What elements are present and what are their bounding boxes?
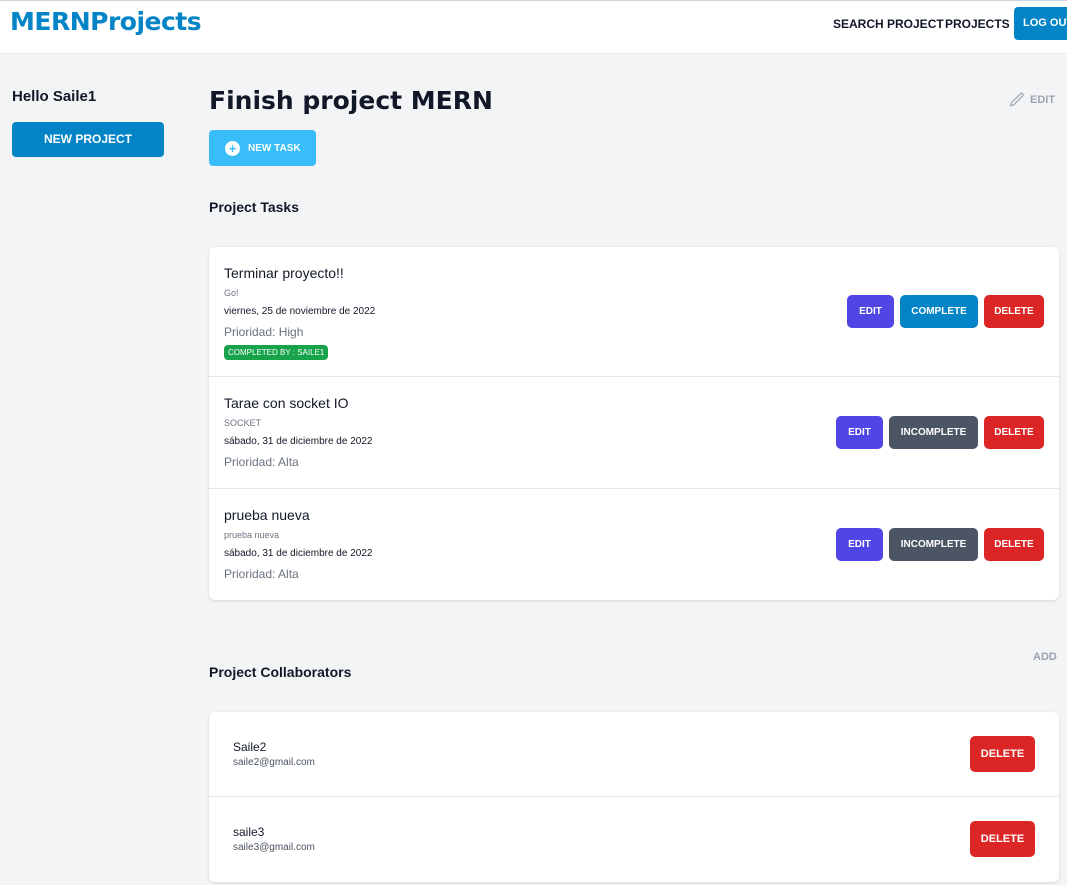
add-collaborator-button[interactable]: ADD <box>1033 651 1057 663</box>
collaborators-list: Saile2 saile2@gmail.com DELETE saile3 sa… <box>209 712 1059 882</box>
incomplete-task-button[interactable]: INCOMPLETE <box>889 528 978 561</box>
delete-task-button[interactable]: DELETE <box>984 416 1044 449</box>
edit-project-button[interactable]: EDIT <box>1008 91 1055 109</box>
app-logo[interactable]: MERNProjects <box>10 7 202 36</box>
task-name: Terminar proyecto!! <box>224 265 344 281</box>
task-item: Terminar proyecto!! Go! viernes, 25 de n… <box>209 247 1059 377</box>
task-date: viernes, 25 de noviembre de 2022 <box>224 306 376 317</box>
complete-task-button[interactable]: COMPLETE <box>900 295 978 328</box>
edit-task-button[interactable]: EDIT <box>836 416 883 449</box>
collaborator-email: saile2@gmail.com <box>233 757 315 768</box>
tasks-heading: Project Tasks <box>209 199 300 215</box>
task-description: Go! <box>224 288 239 298</box>
plus-circle-icon: + <box>225 140 240 156</box>
new-task-button[interactable]: + NEW TASK <box>209 130 316 166</box>
tasks-list: Terminar proyecto!! Go! viernes, 25 de n… <box>209 247 1059 600</box>
incomplete-task-button[interactable]: INCOMPLETE <box>889 416 978 449</box>
page-title: Finish project MERN <box>209 86 493 115</box>
edit-task-button[interactable]: EDIT <box>847 295 894 328</box>
nav-projects[interactable]: PROJECTS <box>945 17 1010 31</box>
edit-task-button[interactable]: EDIT <box>836 528 883 561</box>
delete-task-button[interactable]: DELETE <box>984 528 1044 561</box>
task-description: prueba nueva <box>224 530 280 540</box>
nav-search-project[interactable]: SEARCH PROJECT <box>833 17 944 31</box>
collaborator-email: saile3@gmail.com <box>233 842 315 853</box>
task-description: SOCKET <box>224 418 262 428</box>
top-navbar: MERNProjects SEARCH PROJECT PROJECTS LOG… <box>0 0 1067 54</box>
pencil-icon <box>1009 92 1024 107</box>
collaborator-item: Saile2 saile2@gmail.com DELETE <box>209 712 1059 797</box>
new-project-button[interactable]: NEW PROJECT <box>12 122 164 157</box>
task-priority: Prioridad: High <box>224 325 304 339</box>
greeting: Hello Saile1 <box>12 88 97 105</box>
collaborator-name: saile3 <box>233 825 265 839</box>
task-name: Tarae con socket IO <box>224 395 349 411</box>
edit-project-label: EDIT <box>1030 94 1056 106</box>
collaborator-name: Saile2 <box>233 740 267 754</box>
task-item: prueba nueva prueba nueva sábado, 31 de … <box>209 489 1059 600</box>
task-priority: Prioridad: Alta <box>224 455 299 469</box>
new-task-label: NEW TASK <box>248 142 301 154</box>
collaborator-item: saile3 saile3@gmail.com DELETE <box>209 797 1059 882</box>
task-name: prueba nueva <box>224 507 310 523</box>
collaborators-heading: Project Collaborators <box>209 664 352 680</box>
completed-badge: COMPLETED BY : SAILE1 <box>224 345 329 360</box>
delete-collaborator-button[interactable]: DELETE <box>970 821 1035 857</box>
task-date: sábado, 31 de diciembre de 2022 <box>224 548 373 559</box>
delete-task-button[interactable]: DELETE <box>984 295 1044 328</box>
task-item: Tarae con socket IO SOCKET sábado, 31 de… <box>209 377 1059 489</box>
delete-collaborator-button[interactable]: DELETE <box>970 736 1035 772</box>
task-date: sábado, 31 de diciembre de 2022 <box>224 436 373 447</box>
task-priority: Prioridad: Alta <box>224 567 299 581</box>
logout-button[interactable]: LOG OUT <box>1014 7 1067 40</box>
